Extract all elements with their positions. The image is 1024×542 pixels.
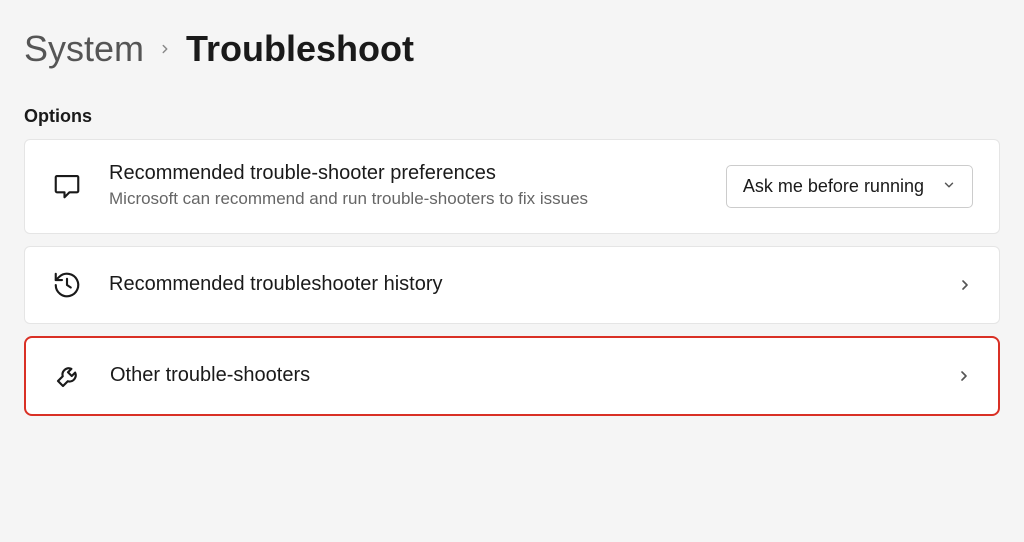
chevron-right-icon [957,277,973,293]
chevron-down-icon [942,176,956,197]
section-header: Options [24,106,1000,127]
card-preferences-desc: Microsoft can recommend and run trouble-… [109,188,700,211]
card-history-text: Recommended troubleshooter history [109,273,931,296]
card-preferences: Recommended trouble-shooter preferences … [24,139,1000,234]
card-history-title: Recommended troubleshooter history [109,273,931,296]
breadcrumb: System Troubleshoot [24,28,1000,70]
chevron-right-icon [158,35,172,63]
card-preferences-title: Recommended trouble-shooter preferences [109,162,700,185]
breadcrumb-parent[interactable]: System [24,28,144,70]
card-history[interactable]: Recommended troubleshooter history [24,246,1000,324]
card-other-text: Other trouble-shooters [110,364,930,387]
card-preferences-action: Ask me before running [726,165,973,208]
wrench-icon [52,360,84,392]
card-other-title: Other trouble-shooters [110,364,930,387]
preferences-dropdown[interactable]: Ask me before running [726,165,973,208]
card-other-troubleshooters[interactable]: Other trouble-shooters [24,336,1000,416]
card-preferences-text: Recommended trouble-shooter preferences … [109,162,700,211]
history-icon [51,269,83,301]
feedback-icon [51,170,83,202]
preferences-dropdown-value: Ask me before running [743,176,924,197]
breadcrumb-current: Troubleshoot [186,28,414,70]
chevron-right-icon [956,368,972,384]
